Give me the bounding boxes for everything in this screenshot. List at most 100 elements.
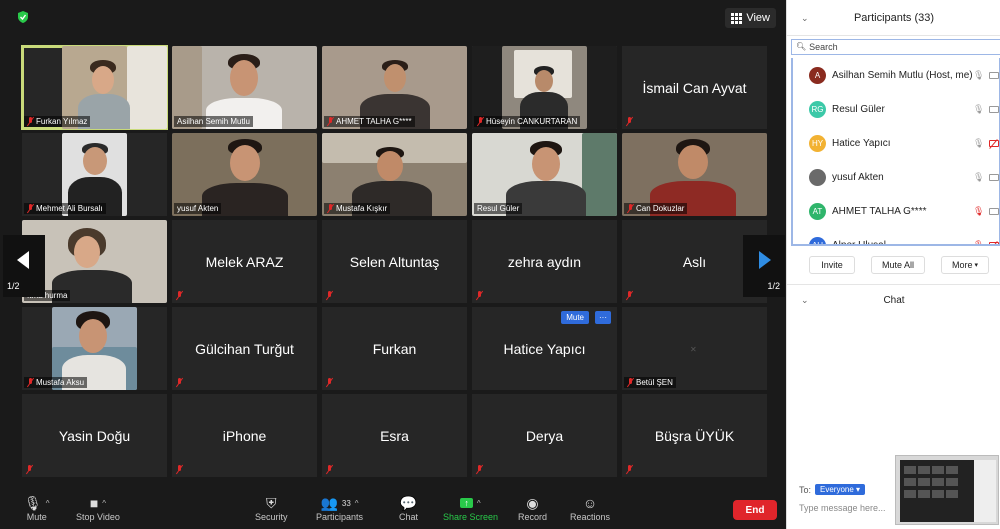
mic-muted-icon xyxy=(176,378,183,387)
next-page-button[interactable]: 1/2 xyxy=(743,235,785,297)
participant-list-item[interactable]: RG Resul Güler 🎙︎ xyxy=(793,92,999,126)
microphone-icon[interactable]: 🎙︎ xyxy=(973,172,984,183)
grid-icon xyxy=(731,12,743,24)
shield-icon: ⛨ xyxy=(266,494,277,511)
participant-tile[interactable]: Melek ARAZ xyxy=(172,220,317,303)
mute-button[interactable]: 🎙 ^ Mute xyxy=(24,494,50,523)
participants-header: ⌄ Participants (33) xyxy=(787,0,1000,36)
chat-button[interactable]: 💬 Chat xyxy=(399,494,418,523)
mic-muted-icon xyxy=(26,465,33,474)
participant-tile[interactable]: Esra xyxy=(322,394,467,477)
participant-name: Asilhan Semih Mutlu (Host, me) xyxy=(832,69,973,81)
video-tile[interactable]: Can Dokuzlar xyxy=(622,133,767,216)
microphone-icon: 🎙 xyxy=(24,494,42,511)
chevron-left-icon xyxy=(17,251,29,269)
participant-tile[interactable]: ✕ Betül ŞEN xyxy=(622,307,767,390)
participant-tile[interactable]: Selen Altuntaş xyxy=(322,220,467,303)
participant-name-label: Furkan Yılmaz xyxy=(24,116,91,127)
participant-search-input[interactable]: 🔍︎ Search xyxy=(791,39,1000,55)
smiley-icon: ☺ xyxy=(582,495,598,511)
stop-video-button[interactable]: ■ ^ Stop Video xyxy=(76,494,120,522)
mute-all-button[interactable]: Mute All xyxy=(871,256,925,274)
tile-more-button[interactable]: ··· xyxy=(595,311,611,324)
chevron-up-icon[interactable]: ^ xyxy=(355,499,359,508)
participant-name-label: Mustafa Aksu xyxy=(24,377,88,388)
participant-list-item[interactable]: AT AHMET TALHA G**** 🎙︎ xyxy=(793,194,999,228)
participant-name: iPhone xyxy=(222,427,267,444)
video-camera-icon[interactable] xyxy=(989,207,999,215)
microphone-icon[interactable]: 🎙︎ xyxy=(973,104,984,115)
participant-name: Alper Ulusal xyxy=(832,239,886,246)
avatar: A xyxy=(809,66,826,84)
video-tile[interactable]: Furkan Yılmaz xyxy=(21,45,168,130)
page-indicator: 1/2 xyxy=(767,281,780,291)
participant-tile[interactable]: İsmail Can Ayvat xyxy=(622,46,767,129)
more-button[interactable]: More ▾ xyxy=(941,256,989,274)
video-tile[interactable]: Hüseyin CANKURTARAN xyxy=(472,46,617,129)
video-tile[interactable]: Mehmet Ali Bursalı xyxy=(22,133,167,216)
microphone-icon[interactable]: 🎙︎ xyxy=(973,138,984,149)
video-camera-icon[interactable] xyxy=(989,173,999,181)
participant-tile[interactable]: Furkan xyxy=(322,307,467,390)
video-tile[interactable]: Resul Güler xyxy=(472,133,617,216)
chevron-up-icon[interactable]: ^ xyxy=(46,499,50,508)
participant-name: Hatice Yapıcı xyxy=(503,340,586,357)
participant-name: Selen Altuntaş xyxy=(349,253,440,270)
recipient-dropdown[interactable]: Everyone ▾ xyxy=(815,484,866,495)
chevron-up-icon[interactable]: ^ xyxy=(477,499,481,508)
tile-mute-button[interactable]: Mute xyxy=(561,311,589,324)
participant-tile[interactable]: iPhone xyxy=(172,394,317,477)
microphone-icon[interactable]: 🎙︎ xyxy=(973,70,984,81)
participant-name-label: Mehmet Ali Bursalı xyxy=(24,203,106,214)
participant-list-item[interactable]: yusuf Akten 🎙︎ xyxy=(793,160,999,194)
participant-list-item[interactable]: A Asilhan Semih Mutlu (Host, me) 🎙︎ xyxy=(793,58,999,92)
previous-page-button[interactable]: 1/2 xyxy=(3,235,45,297)
shield-icon[interactable] xyxy=(16,10,30,24)
mic-muted-icon[interactable]: 🎙︎ xyxy=(973,240,984,245)
share-screen-icon: ↑ xyxy=(460,498,473,508)
chevron-down-icon: ▾ xyxy=(974,262,979,269)
video-tile[interactable]: AHMET TALHA G**** xyxy=(322,46,467,129)
chat-message-input[interactable]: Type message here... xyxy=(799,503,886,513)
participant-name-label: Mustafa Kışkır xyxy=(324,203,391,214)
meeting-toolbar: 🎙 ^ Mute ■ ^ Stop Video ⛨ Security 👥 33 ^ Pa… xyxy=(0,492,786,529)
video-tile[interactable]: Mustafa Aksu xyxy=(22,307,167,390)
camera-off-icon[interactable] xyxy=(989,241,999,244)
participant-list-item[interactable]: HY Hatice Yapıcı 🎙︎ xyxy=(793,126,999,160)
video-tile[interactable]: Asilhan Semih Mutlu xyxy=(172,46,317,129)
meeting-area: View Furkan Yılmaz Asilhan Semih Mutlu A… xyxy=(0,0,786,529)
avatar: AU xyxy=(809,236,826,244)
invite-button[interactable]: Invite xyxy=(809,256,855,274)
mic-muted-icon xyxy=(627,378,634,387)
participant-name: Hatice Yapıcı xyxy=(832,137,891,149)
video-camera-icon[interactable] xyxy=(989,105,999,113)
participant-list-item[interactable]: AU Alper Ulusal 🎙︎ xyxy=(793,228,999,246)
camera-off-icon[interactable] xyxy=(989,139,999,147)
video-tile[interactable]: yusuf Akten xyxy=(172,133,317,216)
record-button[interactable]: ◉ Record xyxy=(518,494,547,523)
screen-preview-thumbnail xyxy=(895,455,999,525)
mic-muted-icon xyxy=(326,291,333,300)
mic-muted-icon xyxy=(27,204,34,213)
participant-tile[interactable]: Mute ··· Hatice Yapıcı xyxy=(472,307,617,390)
share-screen-button[interactable]: ↑ ^ Share Screen xyxy=(443,494,498,522)
view-button[interactable]: View xyxy=(725,8,776,28)
participant-tile[interactable]: Gülcihan Turğut xyxy=(172,307,317,390)
participant-name: Esra xyxy=(380,427,409,444)
chevron-up-icon[interactable]: ^ xyxy=(102,499,106,508)
participant-tile[interactable]: Yasin Doğu xyxy=(22,394,167,477)
mic-muted-icon[interactable]: 🎙︎ xyxy=(973,206,984,217)
chat-recipient: To: Everyone ▾ xyxy=(799,484,866,495)
participant-tile[interactable]: Büşra ÜYÜK xyxy=(622,394,767,477)
participant-name-label: AHMET TALHA G**** xyxy=(324,116,415,127)
end-meeting-button[interactable]: End xyxy=(733,500,777,520)
video-camera-icon[interactable] xyxy=(989,71,999,79)
video-tile[interactable]: Mustafa Kışkır xyxy=(322,133,467,216)
participants-button[interactable]: 👥 33 ^ Participants xyxy=(316,494,363,523)
reactions-button[interactable]: ☺ Reactions xyxy=(570,494,610,522)
participant-tile[interactable]: zehra aydın xyxy=(472,220,617,303)
meeting-topbar: View xyxy=(0,0,786,38)
search-icon: 🔍︎ xyxy=(796,42,807,51)
security-button[interactable]: ⛨ Security xyxy=(255,494,288,523)
participant-tile[interactable]: Derya xyxy=(472,394,617,477)
